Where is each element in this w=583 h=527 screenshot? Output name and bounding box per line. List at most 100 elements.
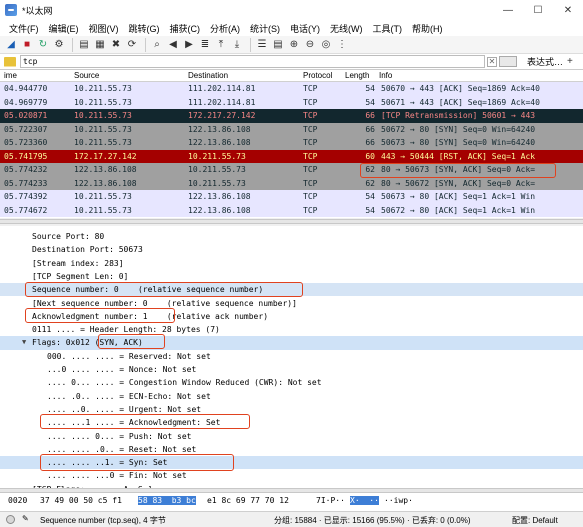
- tree-item-flags[interactable]: ▼ Flags: 0x012 (SYN, ACK): [0, 336, 583, 350]
- tree-item[interactable]: .... 0... .... = Congestion Window Reduc…: [0, 376, 583, 389]
- tree-item[interactable]: 0111 .... = Header Length: 28 bytes (7): [0, 323, 583, 336]
- colorize-icon[interactable]: ▤: [271, 38, 285, 52]
- minimize-button[interactable]: —: [493, 0, 523, 20]
- toolbar-separator: [145, 37, 146, 52]
- menu-analyze[interactable]: 分析(A): [205, 22, 245, 35]
- tree-item[interactable]: Destination Port: 50673: [0, 243, 583, 256]
- packet-row[interactable]: 05.774392 10.211.55.73 122.13.86.108 TCP 54 5…: [0, 190, 583, 204]
- packet-row[interactable]: 05.774232 122.13.86.108 10.211.55.73 TCP 62 8…: [0, 163, 583, 177]
- stop-capture-icon[interactable]: ■: [20, 38, 34, 52]
- tree-item[interactable]: .... .... ...0 = Fin: Not set: [0, 469, 583, 482]
- status-profile[interactable]: 配置: Default: [512, 515, 558, 526]
- first-packet-icon[interactable]: ⤒: [214, 38, 228, 52]
- packet-row[interactable]: 05.723360 10.211.55.73 122.13.86.108 TCP 66 5…: [0, 136, 583, 150]
- zoom-in-icon[interactable]: ⊕: [287, 38, 301, 52]
- start-capture-icon[interactable]: ◢: [4, 38, 18, 52]
- display-filter-input[interactable]: tcp: [20, 55, 485, 68]
- packet-row[interactable]: 05.020871 10.211.55.73 172.217.27.142 TCP 66…: [0, 109, 583, 123]
- menu-file[interactable]: 文件(F): [4, 22, 44, 35]
- capture-options-icon[interactable]: ⚙: [52, 38, 66, 52]
- reload-icon[interactable]: ⟳: [125, 38, 139, 52]
- close-file-icon[interactable]: ✖: [109, 38, 123, 52]
- packet-bytes-pane[interactable]: 0020 37 49 00 50 c5 f1 58 83 b3 bc e1 8c…: [0, 493, 583, 511]
- tree-item[interactable]: Source Port: 80: [0, 230, 583, 243]
- packet-row[interactable]: 05.774672 10.211.55.73 122.13.86.108 TCP 54 5…: [0, 203, 583, 217]
- packet-cell-dst: 172.217.27.142: [188, 111, 256, 120]
- menu-edit[interactable]: 编辑(E): [44, 22, 84, 35]
- tree-item[interactable]: 000. .... .... = Reserved: Not set: [0, 350, 583, 363]
- wireshark-fin-icon: [5, 4, 17, 16]
- tree-item[interactable]: .... .... ..1. = Syn: Set: [0, 456, 583, 470]
- column-header-length[interactable]: Length: [345, 71, 369, 80]
- bytes-hex-post: e1 8c 69 77 70 12: [207, 496, 289, 505]
- tree-item-label: .... .... ..1. = Syn: Set: [47, 458, 168, 468]
- resize-columns-icon[interactable]: ⋮: [335, 38, 349, 52]
- last-packet-icon[interactable]: ⤓: [230, 38, 244, 52]
- menu-go[interactable]: 跳转(G): [124, 22, 165, 35]
- packet-row[interactable]: 04.969779 10.211.55.73 111.202.114.81 TCP 54…: [0, 95, 583, 109]
- packet-cell-len: 62: [365, 178, 375, 188]
- toolbar-separator: [250, 37, 251, 52]
- zoom-reset-icon[interactable]: ◎: [319, 38, 333, 52]
- tree-item[interactable]: [Next sequence number: 0 (relative seque…: [0, 297, 583, 310]
- packet-row[interactable]: 05.774233 122.13.86.108 10.211.55.73 TCP 62 8…: [0, 176, 583, 190]
- bytes-ascii-post: ··iwp·: [384, 496, 413, 505]
- window-title: *以太网: [22, 5, 53, 16]
- tree-item[interactable]: Acknowledgment number: 1 (relative ack n…: [0, 310, 583, 323]
- packet-details-tree[interactable]: Source Port: 80 Destination Port: 50673 [S…: [0, 226, 583, 488]
- edit-comment-icon[interactable]: ✎: [22, 514, 29, 523]
- tree-item[interactable]: ...0 .... .... = Nonce: Not set: [0, 363, 583, 376]
- menu-statistics[interactable]: 统计(S): [245, 22, 285, 35]
- tree-collapse-icon[interactable]: ▼: [22, 336, 26, 349]
- maximize-button[interactable]: ☐: [523, 0, 553, 20]
- tree-item[interactable]: [TCP Segment Len: 0]: [0, 270, 583, 283]
- tree-item-label: [Next sequence number: 0 (relative seque…: [32, 298, 297, 308]
- bookmark-icon[interactable]: [4, 56, 16, 67]
- go-to-packet-icon[interactable]: ≣: [198, 38, 212, 52]
- menu-view[interactable]: 视图(V): [84, 22, 124, 35]
- menu-help[interactable]: 帮助(H): [407, 22, 448, 35]
- packet-row[interactable]: 04.944770 10.211.55.73 111.202.114.81 TCP 54…: [0, 82, 583, 96]
- zoom-out-icon[interactable]: ⊖: [303, 38, 317, 52]
- pane-splitter[interactable]: [0, 219, 583, 224]
- menu-tools[interactable]: 工具(T): [368, 22, 408, 35]
- go-back-icon[interactable]: ◀: [166, 38, 180, 52]
- save-file-icon[interactable]: ▦: [93, 38, 107, 52]
- column-header-protocol[interactable]: Protocol: [303, 71, 332, 80]
- find-packet-icon[interactable]: ⌕: [150, 38, 164, 52]
- add-filter-button[interactable]: +: [567, 56, 573, 67]
- menu-wireless[interactable]: 无线(W): [325, 22, 368, 35]
- menu-capture[interactable]: 捕获(C): [165, 22, 206, 35]
- column-header-destination[interactable]: Destination: [188, 71, 228, 80]
- packet-cell-proto: TCP: [303, 124, 318, 134]
- go-forward-icon[interactable]: ▶: [182, 38, 196, 52]
- tree-item[interactable]: .... .0.. .... = ECN-Echo: Not set: [0, 390, 583, 403]
- tree-item[interactable]: .... ...1 .... = Acknowledgment: Set: [0, 416, 583, 429]
- packet-cell-len: 66: [365, 111, 375, 120]
- clear-filter-icon[interactable]: ✕: [487, 56, 497, 67]
- apply-filter-button[interactable]: [499, 56, 517, 67]
- column-header-time[interactable]: ime: [4, 71, 17, 80]
- autoscroll-icon[interactable]: ☰: [255, 38, 269, 52]
- close-button[interactable]: ✕: [553, 0, 583, 20]
- tree-item[interactable]: .... .... .0.. = Reset: Not set: [0, 443, 583, 456]
- tree-item[interactable]: .... ..0. .... = Urgent: Not set: [0, 403, 583, 416]
- tree-item[interactable]: .... .... 0... = Push: Not set: [0, 430, 583, 443]
- restart-capture-icon[interactable]: ↻: [36, 38, 50, 52]
- packet-row[interactable]: 05.722307 10.211.55.73 122.13.86.108 TCP 66 5…: [0, 122, 583, 136]
- packet-cell-proto: TCP: [303, 97, 318, 107]
- tree-item-label: .... ...1 .... = Acknowledgment: Set: [47, 418, 221, 428]
- column-header-info[interactable]: Info: [379, 71, 392, 80]
- packet-list[interactable]: ime Source Destination Protocol Length I…: [0, 70, 583, 218]
- tree-item-label: .... ..0. .... = Urgent: Not set: [47, 404, 202, 414]
- packet-cell-proto: TCP: [303, 111, 318, 120]
- packet-row[interactable]: 05.741795 172.17.27.142 10.211.55.73 TCP 60 4…: [0, 149, 583, 163]
- expression-button[interactable]: 表达式…: [527, 55, 563, 68]
- menu-telephony[interactable]: 电话(Y): [285, 22, 325, 35]
- expert-info-icon[interactable]: [6, 515, 15, 524]
- packet-cell-proto: TCP: [303, 178, 318, 188]
- tree-item[interactable]: [Stream index: 283]: [0, 257, 583, 270]
- open-file-icon[interactable]: ▤: [77, 38, 91, 52]
- tree-item[interactable]: Sequence number: 0 (relative sequence nu…: [0, 283, 583, 297]
- column-header-source[interactable]: Source: [74, 71, 99, 80]
